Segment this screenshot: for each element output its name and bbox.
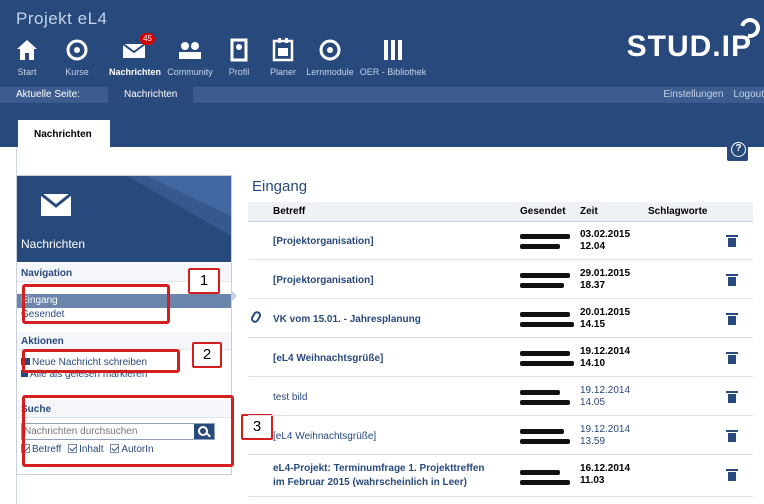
annotation-box-search bbox=[22, 395, 234, 467]
sender-redacted bbox=[520, 470, 560, 475]
logo-text: STUD.IP bbox=[626, 30, 752, 63]
message-date: 20.01.2015 14.15 bbox=[580, 307, 631, 330]
message-date: 19.12.2014 13.59 bbox=[580, 424, 631, 447]
settings-link[interactable]: Einstellungen bbox=[663, 89, 723, 100]
sender-redacted bbox=[520, 390, 560, 395]
nav-start[interactable]: Start bbox=[12, 38, 42, 84]
active-pointer bbox=[231, 290, 237, 302]
sender-redacted bbox=[520, 429, 564, 434]
message-date: 29.01.2015 18.37 bbox=[580, 268, 631, 291]
message-subject[interactable]: [Projektorganisation] bbox=[273, 236, 374, 247]
help-button[interactable] bbox=[727, 140, 748, 161]
nav-oer-library[interactable]: OER - Bibliothek bbox=[358, 38, 428, 84]
learning-modules-icon bbox=[306, 38, 354, 64]
community-icon bbox=[165, 38, 215, 64]
breadcrumb-label: Aktuelle Seite: bbox=[16, 89, 80, 100]
message-subject[interactable]: [Projektorganisation] bbox=[273, 275, 374, 286]
sender-redacted bbox=[520, 361, 574, 366]
annotation-box-navigation bbox=[22, 284, 170, 324]
top-links: Einstellungen Logout bbox=[653, 89, 764, 100]
message-date: 16.12.2014 11.03 bbox=[580, 463, 631, 486]
nav-label: Planer bbox=[269, 67, 296, 77]
nav-label: Community bbox=[167, 67, 213, 77]
calendar-icon bbox=[268, 38, 298, 64]
table-row[interactable]: VK vom 15.01. - Jahresplanung 20.01.2015… bbox=[248, 301, 753, 338]
message-subject[interactable]: test bild bbox=[273, 392, 307, 403]
trash-icon[interactable] bbox=[726, 391, 738, 403]
breadcrumb-bar: Aktuelle Seite: Nachrichten Einstellunge… bbox=[0, 87, 764, 103]
sender-redacted bbox=[520, 273, 570, 278]
table-row[interactable]: [Projektorganisation] 29.01.2015 18.37 bbox=[248, 262, 753, 299]
nav-profile[interactable]: Profil bbox=[226, 38, 252, 84]
message-subject[interactable]: [eL4 Weihnachtsgrüße] bbox=[273, 353, 383, 364]
sender-redacted bbox=[520, 439, 570, 444]
column-subject[interactable]: Betreff bbox=[273, 206, 305, 217]
column-time[interactable]: Zeit bbox=[580, 206, 598, 217]
nav-label: OER - Bibliothek bbox=[359, 67, 427, 77]
callout-number: 1 bbox=[188, 268, 220, 294]
sender-redacted bbox=[520, 234, 570, 239]
library-icon bbox=[358, 38, 428, 64]
sender-redacted bbox=[520, 400, 570, 405]
table-row[interactable]: eL4-Projekt: Terminumfrage 1. Projekttre… bbox=[248, 457, 753, 497]
sender-redacted bbox=[520, 244, 560, 249]
message-subject[interactable]: [eL4 Weihnachtsgrüße] bbox=[273, 431, 376, 442]
nav-community[interactable]: Community bbox=[165, 38, 215, 84]
tab-messages[interactable]: Nachrichten bbox=[18, 120, 110, 147]
sender-redacted bbox=[520, 283, 564, 288]
sidebar-header: Nachrichten bbox=[17, 176, 231, 262]
annotation-box-actions bbox=[22, 349, 180, 373]
home-icon bbox=[12, 38, 42, 64]
mail-icon: 45 bbox=[122, 33, 155, 64]
table-row[interactable]: [eL4 Weihnachtsgrüße] 19.12.2014 13.59 bbox=[248, 418, 753, 455]
column-sender[interactable]: Gesendet bbox=[520, 206, 566, 217]
trash-icon[interactable] bbox=[726, 235, 738, 247]
message-date: 19.12.2014 14.10 bbox=[580, 346, 631, 369]
sender-redacted bbox=[520, 322, 574, 327]
nav-label: Start bbox=[17, 67, 37, 77]
nav-planner[interactable]: Planer bbox=[268, 38, 298, 84]
table-row[interactable]: test bild 19.12.2014 14.05 bbox=[248, 379, 753, 416]
top-header: Projekt eL4 Start Kurse 45 Nachrichten C… bbox=[0, 0, 764, 87]
tab-bar: Nachrichten bbox=[0, 103, 764, 147]
studip-logo[interactable]: STUD.IP bbox=[626, 14, 764, 64]
app-title: Projekt eL4 bbox=[16, 9, 108, 28]
nav-label: Profil bbox=[228, 67, 250, 77]
trash-icon[interactable] bbox=[726, 313, 738, 325]
trash-icon[interactable] bbox=[726, 352, 738, 364]
table-header: Betreff Gesendet Zeit Schlagworte bbox=[248, 202, 753, 222]
table-row[interactable]: [eL4 Weihnachtsgrüße] 19.12.2014 14.10 bbox=[248, 340, 753, 377]
nav-messages[interactable]: 45 Nachrichten bbox=[109, 33, 162, 84]
logout-link[interactable]: Logout bbox=[733, 89, 764, 100]
trash-icon[interactable] bbox=[726, 274, 738, 286]
inbox-title: Eingang bbox=[252, 178, 308, 195]
nav-courses[interactable]: Kurse bbox=[60, 38, 94, 84]
courses-icon bbox=[60, 38, 94, 64]
sender-redacted bbox=[520, 351, 570, 356]
sender-redacted bbox=[520, 312, 570, 317]
message-subject[interactable]: eL4-Projekt: Terminumfrage 1. Projekttre… bbox=[273, 462, 485, 490]
trash-icon[interactable] bbox=[726, 469, 738, 481]
nav-learning-modules[interactable]: Lernmodule bbox=[306, 38, 354, 84]
callout-number: 2 bbox=[192, 342, 222, 368]
message-subject[interactable]: VK vom 15.01. - Jahresplanung bbox=[273, 314, 421, 325]
message-date: 19.12.2014 14.05 bbox=[580, 385, 631, 408]
nav-label: Kurse bbox=[65, 67, 89, 77]
attachment-icon bbox=[249, 309, 263, 325]
sender-redacted bbox=[520, 480, 570, 485]
breadcrumb-current[interactable]: Nachrichten bbox=[108, 87, 194, 103]
sidebar-title: Nachrichten bbox=[21, 237, 86, 251]
nav-label: Nachrichten bbox=[109, 67, 162, 77]
nav-label: Lernmodule bbox=[306, 67, 354, 77]
unread-badge: 45 bbox=[140, 33, 155, 45]
message-date: 03.02.2015 12.04 bbox=[580, 229, 631, 252]
column-tags: Schlagworte bbox=[648, 206, 708, 217]
trash-icon[interactable] bbox=[726, 430, 738, 442]
table-row[interactable]: [Projektorganisation] 03.02.2015 12.04 bbox=[248, 223, 753, 260]
profile-icon bbox=[226, 38, 252, 64]
